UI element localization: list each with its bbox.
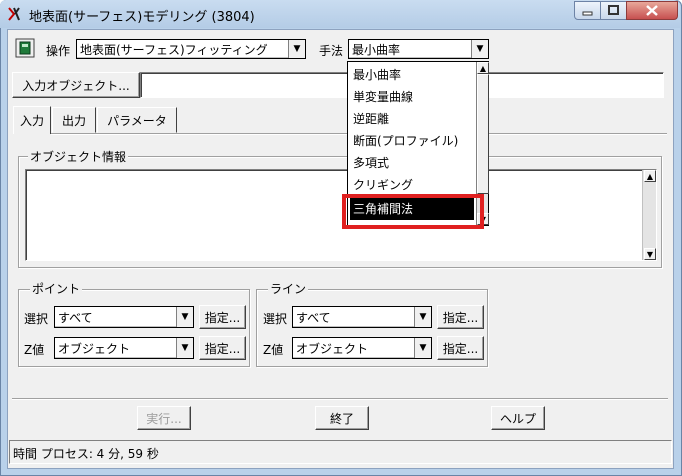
point-select-label: 選択 [24, 312, 49, 326]
chevron-down-icon: ▼ [471, 40, 488, 58]
point-select-value: すべて [58, 310, 93, 325]
point-select-specify-button[interactable]: 指定... [199, 305, 246, 329]
selection-highlight-box [342, 194, 484, 229]
object-info-scrollbar[interactable]: ▲ ▼ [642, 170, 656, 260]
chevron-down-icon: ▼ [176, 307, 193, 327]
line-select-value: すべて [296, 310, 331, 325]
maximize-button[interactable] [600, 1, 627, 20]
method-option-kriging[interactable]: クリギング [350, 174, 474, 196]
bottom-separator [12, 398, 668, 400]
line-z-dropdown[interactable]: オブジェクト ▼ [292, 337, 432, 359]
point-z-value: オブジェクト [58, 341, 131, 356]
tab-input[interactable]: 入力 [13, 106, 51, 134]
method-label: 手法 [319, 44, 344, 58]
operation-dropdown[interactable]: 地表面(サーフェス)フィッティング ▼ [76, 39, 306, 59]
maximize-icon [608, 5, 619, 15]
line-select-specify-button[interactable]: 指定... [437, 305, 484, 329]
title-bar[interactable]: 地表面(サーフェス)モデリング (3804) [0, 0, 680, 28]
point-group-title: ポイント [30, 280, 83, 297]
method-option-min-curvature[interactable]: 最小曲率 [350, 64, 474, 86]
object-info-title: オブジェクト情報 [28, 148, 129, 165]
method-option-polynomial[interactable]: 多項式 [350, 152, 474, 174]
status-bar: 時間 プロセス: 4 分, 59 秒 [9, 440, 672, 464]
input-object-button[interactable]: 入力オブジェクト... [12, 72, 140, 98]
window-title: 地表面(サーフェス)モデリング (3804) [29, 10, 255, 25]
point-select-dropdown[interactable]: すべて ▼ [54, 306, 194, 328]
tab-output[interactable]: 出力 [52, 107, 96, 133]
point-z-specify-button[interactable]: 指定... [199, 336, 246, 360]
line-select-dropdown[interactable]: すべて ▼ [292, 306, 432, 328]
object-info-textarea[interactable]: ▲ ▼ [25, 169, 657, 261]
scroll-down-icon[interactable]: ▼ [644, 248, 656, 260]
method-value: 最小曲率 [352, 42, 401, 57]
line-z-label: Z値 [263, 343, 284, 357]
run-button[interactable]: 実行... [137, 406, 191, 430]
help-button[interactable]: ヘルプ [491, 406, 545, 430]
chevron-down-icon: ▼ [176, 338, 193, 358]
caption-buttons [574, 1, 678, 20]
minimize-icon [582, 11, 593, 16]
method-option-univariate-curve[interactable]: 単変量曲線 [350, 86, 474, 108]
point-z-label: Z値 [24, 343, 45, 357]
point-z-dropdown[interactable]: オブジェクト ▼ [54, 337, 194, 359]
exit-button[interactable]: 終了 [315, 406, 369, 430]
scroll-thumb[interactable] [477, 74, 489, 194]
operation-label: 操作 [46, 44, 71, 58]
line-group-title: ライン [268, 280, 309, 297]
chevron-down-icon: ▼ [414, 338, 431, 358]
status-text: 時間 プロセス: 4 分, 59 秒 [13, 447, 159, 461]
line-select-label: 選択 [263, 312, 288, 326]
scroll-up-icon[interactable]: ▲ [644, 170, 656, 182]
line-z-value: オブジェクト [296, 341, 369, 356]
minimize-button[interactable] [574, 1, 601, 20]
operation-value: 地表面(サーフェス)フィッティング [80, 42, 268, 57]
chevron-down-icon: ▼ [414, 307, 431, 327]
book-icon[interactable] [15, 38, 35, 58]
chevron-down-icon: ▼ [288, 40, 305, 58]
close-button[interactable] [626, 1, 678, 20]
scroll-up-icon[interactable]: ▲ [477, 62, 489, 74]
method-dropdown[interactable]: 最小曲率 ▼ [348, 39, 489, 59]
tab-parameters[interactable]: パラメータ [97, 107, 177, 133]
method-option-profile[interactable]: 断面(プロファイル) [350, 130, 474, 152]
close-icon [646, 5, 658, 16]
app-icon [8, 7, 20, 21]
line-z-specify-button[interactable]: 指定... [437, 336, 484, 360]
method-option-inverse-distance[interactable]: 逆距離 [350, 108, 474, 130]
